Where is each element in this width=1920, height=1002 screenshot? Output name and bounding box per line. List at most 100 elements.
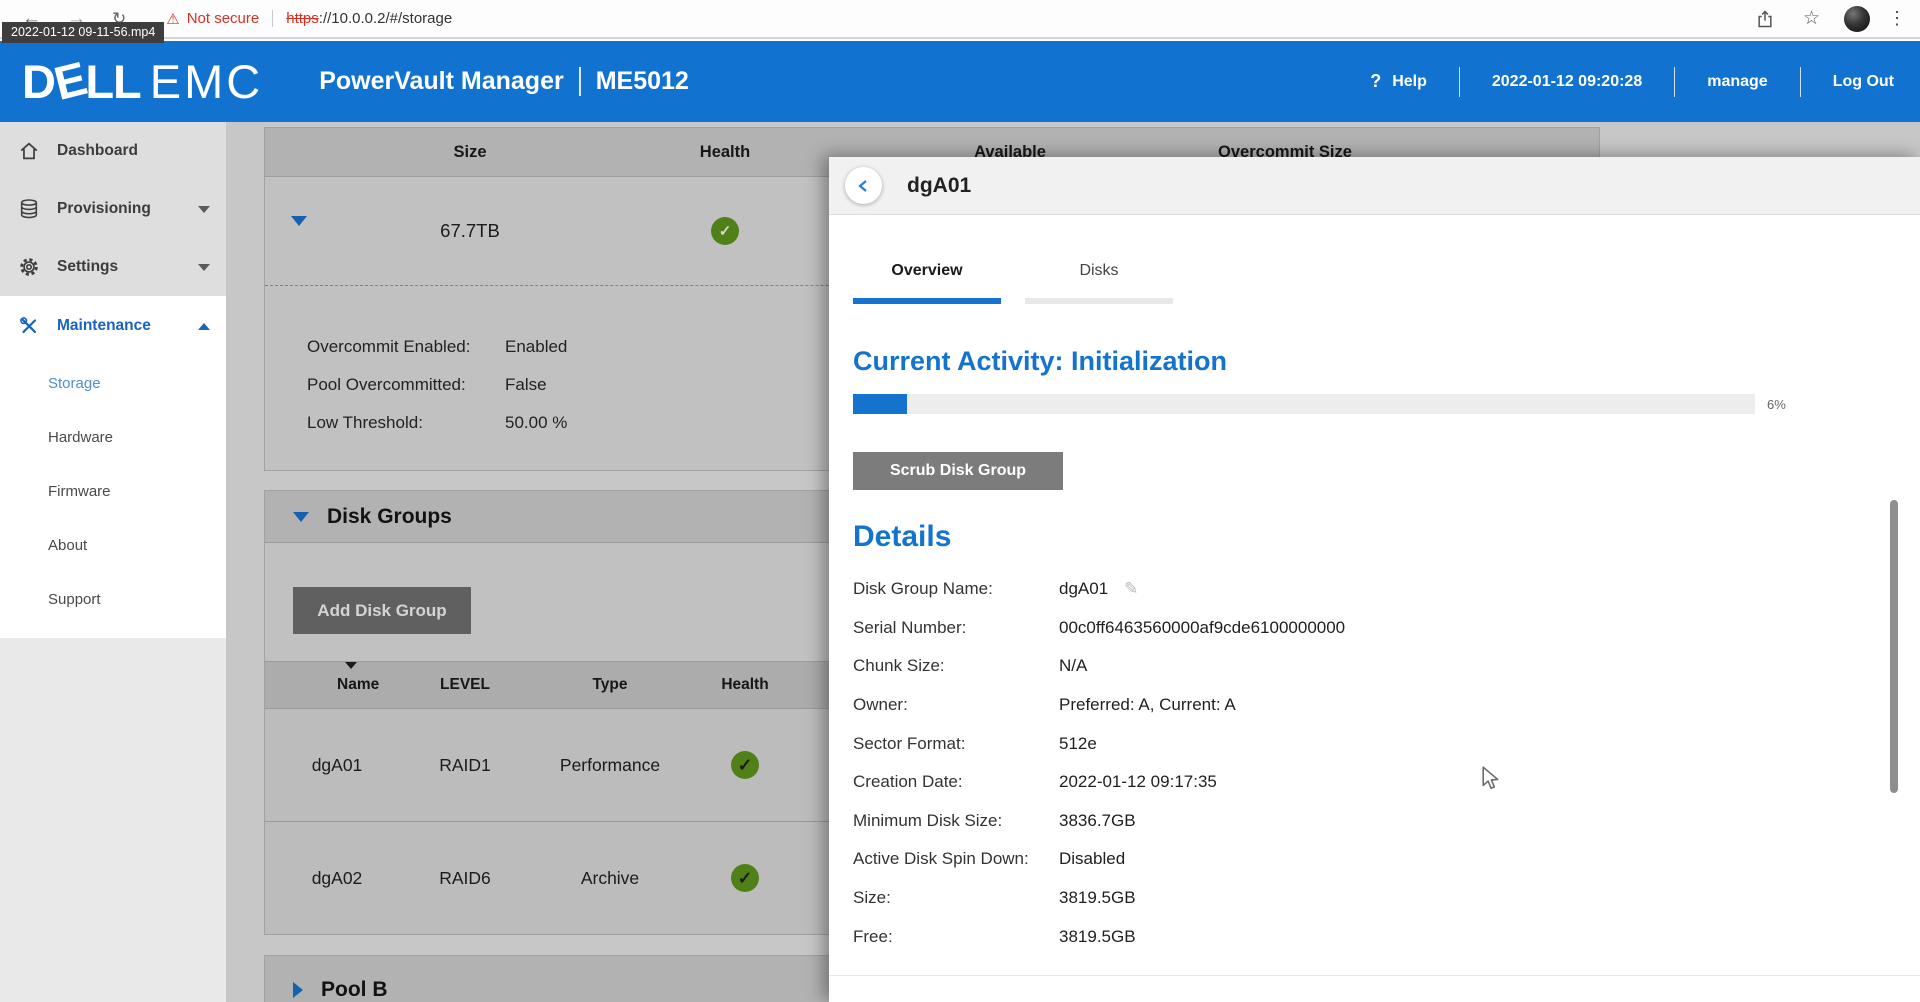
help-button[interactable]: ? Help (1370, 71, 1427, 92)
detail-row-free: Free: 3819.5GB (853, 917, 1920, 956)
cell-type: Archive (530, 822, 690, 934)
url-path: ://10.0.0.2/#/storage (319, 10, 452, 27)
logout-button[interactable]: Log Out (1833, 73, 1894, 91)
detail-label: Minimum Disk Size: (853, 811, 1059, 831)
home-icon (18, 140, 42, 162)
cell-level: RAID6 (405, 822, 525, 934)
cell-level: RAID1 (405, 709, 525, 821)
collapse-pool-icon[interactable] (291, 226, 307, 244)
detail-value: N/A (1059, 656, 1087, 676)
column-header-size: Size (395, 128, 545, 176)
sort-desc-icon (345, 662, 357, 669)
gear-icon (18, 256, 42, 278)
panel-header: dgA01 (829, 157, 1920, 215)
edit-pencil-icon[interactable]: ✎ (1124, 579, 1138, 599)
column-header-level[interactable]: LEVEL (405, 662, 525, 708)
detail-row-disk-group-name: Disk Group Name: dgA01 ✎ (853, 570, 1920, 609)
sidebar-subitem-support[interactable]: Support (0, 572, 226, 626)
detail-value: 2022-01-12 09:17:35 (1059, 772, 1217, 792)
pool-size-value: 67.7TB (395, 177, 545, 285)
user-menu-button[interactable]: manage (1707, 73, 1767, 91)
info-value: False (505, 366, 547, 404)
column-header-health: Health (650, 128, 800, 176)
detail-label: Creation Date: (853, 772, 1059, 792)
sidebar-item-provisioning[interactable]: Provisioning (0, 180, 226, 238)
detail-value: Preferred: A, Current: A (1059, 695, 1236, 715)
sidebar-item-label: Provisioning (57, 200, 151, 218)
detail-value: Disabled (1059, 849, 1125, 869)
sidebar-item-dashboard[interactable]: Dashboard (0, 122, 226, 180)
info-label: Pool Overcommitted: (307, 366, 505, 404)
progress-fill (853, 394, 907, 414)
sidebar-subitem-about[interactable]: About (0, 518, 226, 572)
menu-separator (1674, 67, 1675, 97)
help-icon: ? (1370, 71, 1381, 92)
dell-emc-logo: DELL EMC (22, 58, 263, 105)
sidebar-subitem-firmware[interactable]: Firmware (0, 464, 226, 518)
cell-name: dgA01 (277, 709, 397, 821)
sidebar-subitem-storage[interactable]: Storage (0, 356, 226, 410)
progress-track (853, 394, 1755, 414)
browser-menu-icon[interactable]: ⋮ (1888, 8, 1906, 29)
database-icon (18, 198, 42, 220)
detail-label: Active Disk Spin Down: (853, 849, 1059, 869)
sidebar-subitem-hardware[interactable]: Hardware (0, 410, 226, 464)
info-value: Enabled (505, 328, 567, 366)
sidebar-item-label: Dashboard (57, 142, 138, 160)
detail-value: 512e (1059, 734, 1097, 754)
url-text[interactable]: https://10.0.0.2/#/storage (286, 10, 452, 27)
share-icon[interactable] (1755, 9, 1775, 29)
sidebar-item-maintenance[interactable]: Maintenance (0, 296, 226, 356)
security-status[interactable]: ⚠ Not secure (166, 10, 259, 28)
progress-percent-label: 6% (1767, 397, 1786, 412)
detail-row-size: Size: 3819.5GB (853, 879, 1920, 918)
bookmark-star-icon[interactable]: ☆ (1803, 7, 1820, 30)
disk-group-detail-panel: dgA01 Overview Disks Current Activity: I… (829, 157, 1920, 1002)
panel-body: Overview Disks Current Activity: Initial… (853, 214, 1920, 1002)
add-disk-group-button[interactable]: Add Disk Group (293, 587, 471, 634)
health-ok-icon (711, 217, 739, 245)
activity-progress: 6% (853, 394, 1920, 414)
sidebar-item-settings[interactable]: Settings (0, 238, 226, 296)
info-label: Overcommit Enabled: (307, 328, 505, 366)
detail-label: Chunk Size: (853, 656, 1059, 676)
detail-row-serial-number: Serial Number: 00c0ff6463560000af9cde610… (853, 609, 1920, 648)
column-header-health[interactable]: Health (695, 662, 795, 708)
browser-profile-avatar[interactable] (1844, 6, 1870, 32)
dell-tilted-e: E (49, 54, 90, 107)
pool-health-cell (650, 177, 800, 285)
detail-row-active-disk-spin-down: Active Disk Spin Down: Disabled (853, 840, 1920, 879)
detail-label: Free: (853, 927, 1059, 947)
chevron-left-icon (856, 178, 872, 194)
info-label: Low Threshold: (307, 404, 505, 442)
scrub-disk-group-button[interactable]: Scrub Disk Group (853, 452, 1063, 490)
detail-label: Serial Number: (853, 618, 1059, 638)
sidebar: Dashboard Provisioning Settings Maintena… (0, 122, 226, 1002)
maintenance-group: Maintenance Storage Hardware Firmware Ab… (0, 296, 226, 638)
tab-overview[interactable]: Overview (853, 262, 1001, 304)
not-secure-label: Not secure (187, 10, 260, 27)
panel-scrollbar-thumb[interactable] (1890, 500, 1898, 793)
collapse-section-icon[interactable] (293, 512, 309, 522)
expand-section-icon[interactable] (293, 982, 303, 998)
tab-disks[interactable]: Disks (1025, 262, 1173, 304)
back-button[interactable] (845, 167, 882, 204)
column-header-type[interactable]: Type (530, 662, 690, 708)
details-title: Details (853, 520, 1920, 554)
detail-label: Sector Format: (853, 734, 1059, 754)
detail-row-chunk-size: Chunk Size: N/A (853, 647, 1920, 686)
detail-label: Disk Group Name: (853, 579, 1059, 599)
panel-title: dgA01 (907, 174, 971, 198)
chevron-down-icon (198, 206, 210, 213)
health-ok-icon (731, 751, 759, 779)
detail-value: 3836.7GB (1059, 811, 1136, 831)
detail-row-owner: Owner: Preferred: A, Current: A (853, 686, 1920, 725)
header-timestamp: 2022-01-12 09:20:28 (1492, 73, 1642, 91)
warning-icon: ⚠ (166, 10, 179, 28)
title-separator (579, 67, 581, 96)
detail-value: 00c0ff6463560000af9cde6100000000 (1059, 618, 1345, 638)
cell-type: Performance (530, 709, 690, 821)
chevron-up-icon (198, 323, 210, 330)
url-divider (272, 10, 273, 27)
cell-name: dgA02 (277, 822, 397, 934)
